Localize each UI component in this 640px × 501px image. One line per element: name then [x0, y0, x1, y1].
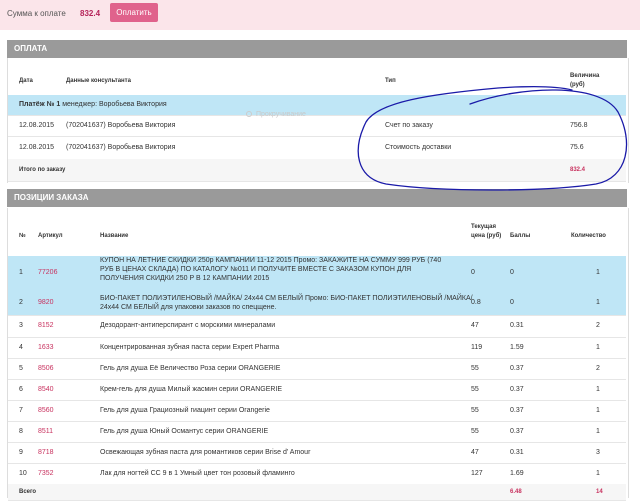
hand-drawn-annotation: [357, 86, 628, 191]
